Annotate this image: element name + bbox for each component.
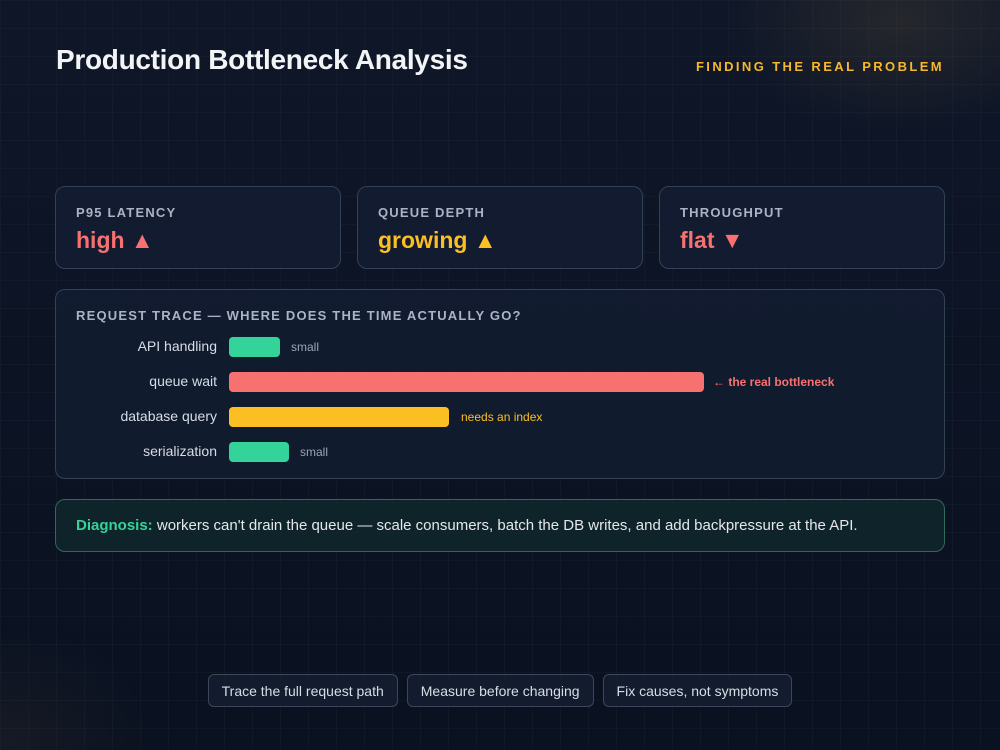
chip-fix-causes-not-symptoms[interactable]: Fix causes, not symptoms <box>602 674 793 707</box>
trace-note: small <box>291 340 320 354</box>
metric-label: THROUGHPUT <box>680 205 784 220</box>
trace-bar <box>229 442 289 462</box>
diagnosis-text: workers can't drain the queue — scale co… <box>152 517 858 534</box>
trace-row-api-handling: API handling small <box>56 337 944 357</box>
request-trace-panel: REQUEST TRACE — WHERE DOES THE TIME ACTU… <box>55 289 945 479</box>
trace-bar <box>229 337 280 357</box>
metric-value: flat ▼ <box>680 227 744 253</box>
trace-bar <box>229 372 704 392</box>
diagnosis-panel: Diagnosis: workers can't drain the queue… <box>55 499 945 552</box>
chip-measure-before-changing[interactable]: Measure before changing <box>406 674 594 707</box>
trace-note: small <box>300 445 329 459</box>
trace-row-label: API handling <box>137 338 217 354</box>
principle-chips: Trace the full request path Measure befo… <box>0 674 1000 707</box>
trace-row-label: serialization <box>143 443 217 459</box>
metric-card-p95-latency: P95 LATENCY high ▲ <box>55 186 341 269</box>
metric-card-throughput: THROUGHPUT flat ▼ <box>659 186 945 269</box>
trace-bar <box>229 407 449 427</box>
trace-note: ← the real bottleneck <box>713 375 835 389</box>
metric-value: growing ▲ <box>378 227 497 253</box>
trace-note: needs an index <box>461 410 543 424</box>
metric-label: P95 LATENCY <box>76 205 177 220</box>
trace-row-label: database query <box>120 408 217 424</box>
page-title: Production Bottleneck Analysis <box>56 44 468 75</box>
trace-row-database-query: database query needs an index <box>56 407 944 427</box>
metric-value: high ▲ <box>76 227 154 253</box>
trace-row-queue-wait: queue wait ← the real bottleneck <box>56 372 944 392</box>
trace-row-label: queue wait <box>149 373 217 389</box>
trace-title: REQUEST TRACE — WHERE DOES THE TIME ACTU… <box>76 308 522 323</box>
metric-card-queue-depth: QUEUE DEPTH growing ▲ <box>357 186 643 269</box>
chip-trace-full-request-path[interactable]: Trace the full request path <box>207 674 398 707</box>
page-subtitle: FINDING THE REAL PROBLEM <box>695 59 944 74</box>
diagnosis-label: Diagnosis: <box>76 517 153 534</box>
metric-label: QUEUE DEPTH <box>378 205 486 220</box>
trace-row-serialization: serialization small <box>56 442 944 462</box>
